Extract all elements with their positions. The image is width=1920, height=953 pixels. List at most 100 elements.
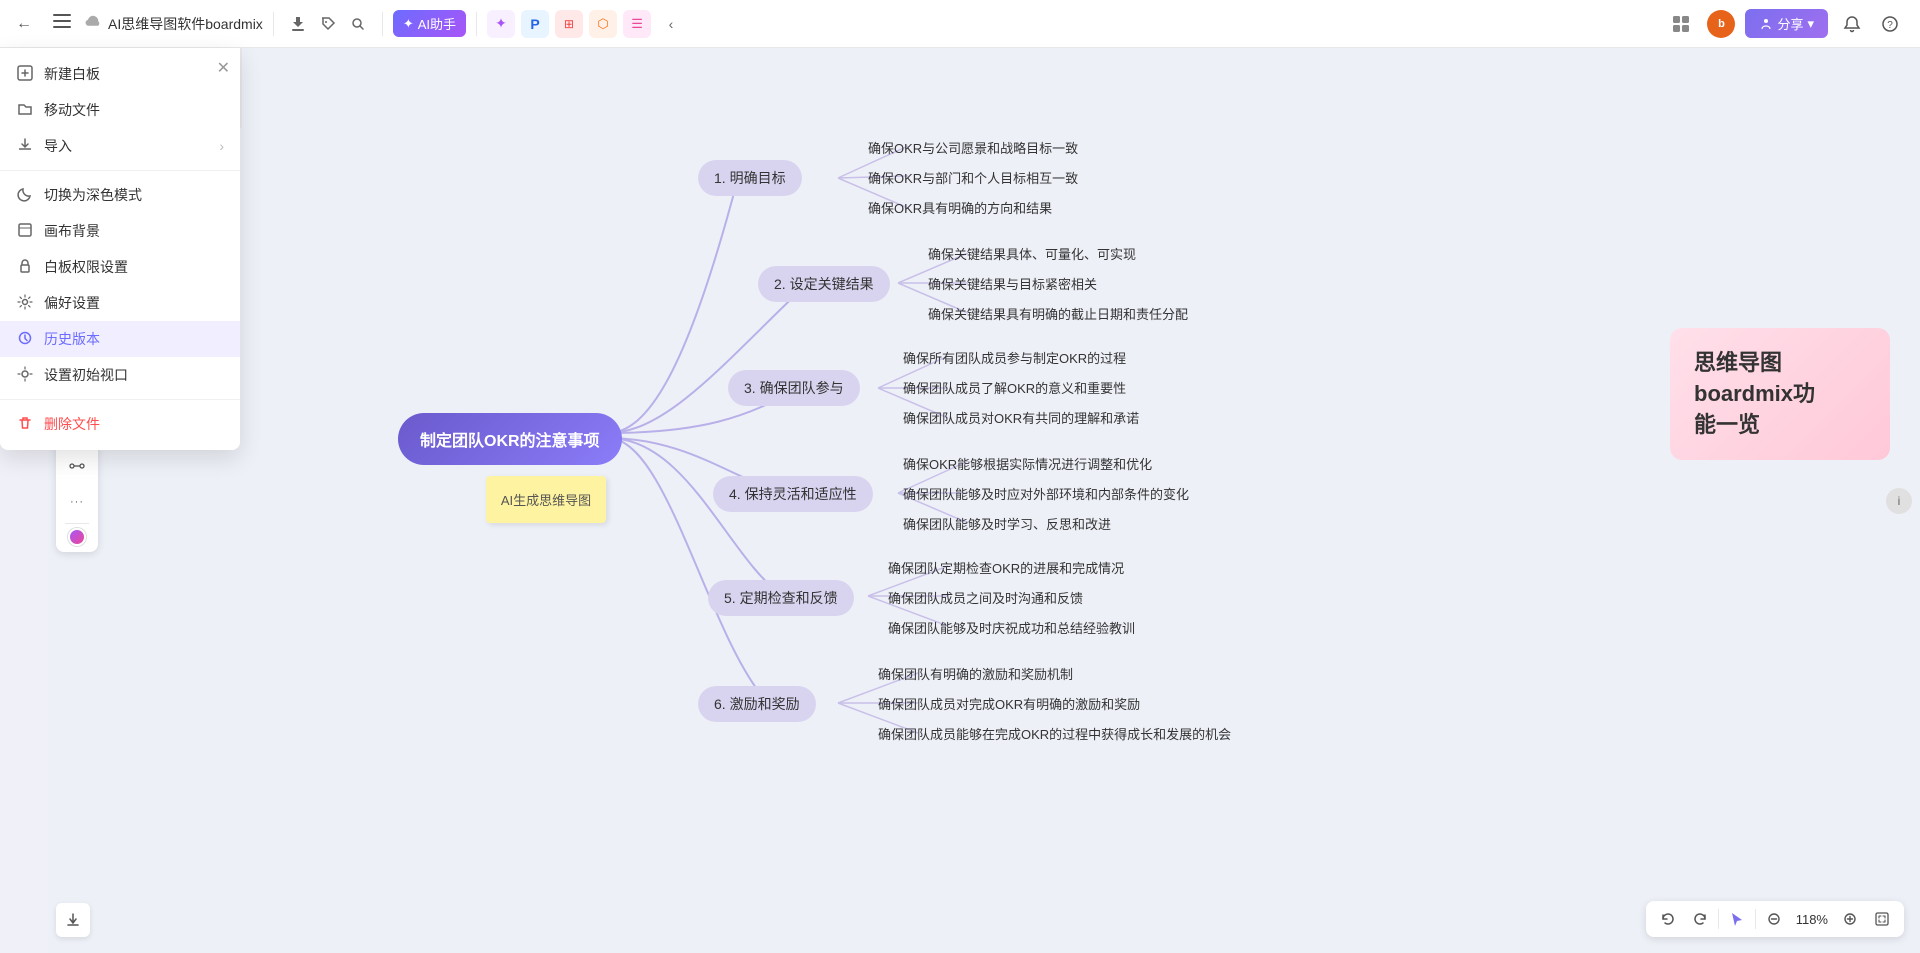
tool-connector[interactable] xyxy=(60,449,94,483)
menu-item-canvas-bg[interactable]: 画布背景 xyxy=(0,213,240,249)
preferences-icon xyxy=(16,294,34,313)
help-button[interactable]: ? xyxy=(1876,10,1904,38)
leaf-5-2: 确保团队成员之间及时沟通和反馈 xyxy=(888,588,1083,607)
separator-2 xyxy=(382,12,383,36)
branch-node-4: 4. 保持灵活和适应性 xyxy=(713,476,873,512)
canvas-bg-icon xyxy=(16,222,34,241)
dropdown-menu: ✕ 新建白板 移动文件 导入 › 切换为深色模式 画布背景 xyxy=(0,48,240,450)
leaf-6-1: 确保团队有明确的激励和奖励机制 xyxy=(878,664,1073,683)
dark-mode-icon xyxy=(16,186,34,205)
feature-card: 思维导图 boardmix功 能一览 xyxy=(1670,328,1890,460)
menu-item-new-board[interactable]: 新建白板 xyxy=(0,56,240,92)
file-title: AI思维导图软件boardmix xyxy=(108,14,263,34)
leaf-3-1: 确保所有团队成员参与制定OKR的过程 xyxy=(903,348,1126,367)
leaf-3-2: 确保团队成员了解OKR的意义和重要性 xyxy=(903,378,1126,397)
cloud-icon xyxy=(84,15,102,32)
toolbar-icons xyxy=(284,10,372,38)
leaf-6-2: 确保团队成员对完成OKR有明确的激励和奖励 xyxy=(878,694,1140,713)
branch-node-5: 5. 定期检查和反馈 xyxy=(708,580,854,616)
leaf-4-2: 确保团队能够及时应对外部环境和内部条件的变化 xyxy=(903,484,1189,503)
branch-node-1: 1. 明确目标 xyxy=(698,160,802,196)
topbar-left: ← AI思维导图软件boardmix ✦ AI助手 xyxy=(8,8,1661,40)
menu-item-initial-view[interactable]: 设置初始视口 xyxy=(0,357,240,393)
ai-icon: ✦ xyxy=(403,16,414,32)
zoom-in-button[interactable] xyxy=(1836,905,1864,933)
svg-text:?: ? xyxy=(1887,20,1893,31)
separator-b xyxy=(0,399,240,400)
redo-button[interactable] xyxy=(1686,905,1714,933)
bt-sep-2 xyxy=(1755,909,1756,929)
initial-view-icon xyxy=(16,366,34,385)
branch-node-6: 6. 激励和奖励 xyxy=(698,686,816,722)
central-node: 制定团队OKR的注意事项 xyxy=(398,413,622,465)
separator-3 xyxy=(476,12,477,36)
menu-item-preferences[interactable]: 偏好设置 xyxy=(0,285,240,321)
menu-item-dark-mode[interactable]: 切换为深色模式 xyxy=(0,177,240,213)
menu-item-move-file[interactable]: 移动文件 xyxy=(0,92,240,128)
branch-node-2: 2. 设定关键结果 xyxy=(758,266,890,302)
permissions-icon xyxy=(16,258,34,277)
plugin-btn-4[interactable]: ⬡ xyxy=(589,10,617,38)
menu-item-permissions[interactable]: 白板权限设置 xyxy=(0,249,240,285)
canvas-area: 制定团队OKR的注意事项 AI生成思维导图 1. 明确目标 确保OKR与公司愿景… xyxy=(48,48,1920,953)
branch-node-3: 3. 确保团队参与 xyxy=(728,370,860,406)
separator-1 xyxy=(273,12,274,36)
board-button[interactable] xyxy=(1665,8,1697,40)
leaf-2-3: 确保关键结果具有明确的截止日期和责任分配 xyxy=(928,304,1188,323)
leaf-1-3: 确保OKR具有明确的方向和结果 xyxy=(868,198,1052,217)
menu-item-history[interactable]: 历史版本 xyxy=(0,321,240,357)
move-file-icon xyxy=(16,101,34,120)
menu-close-button[interactable]: ✕ xyxy=(217,58,230,78)
color-picker[interactable] xyxy=(68,528,86,546)
tag-button[interactable] xyxy=(314,10,342,38)
export-button[interactable] xyxy=(56,903,90,937)
history-icon xyxy=(16,330,34,349)
undo-button[interactable] xyxy=(1654,905,1682,933)
import-arrow-icon: › xyxy=(219,138,224,154)
leaf-2-2: 确保关键结果与目标紧密相关 xyxy=(928,274,1097,293)
topbar-right: b 分享 ▾ ? xyxy=(1665,8,1912,40)
ai-assistant-button[interactable]: ✦ AI助手 xyxy=(393,10,466,37)
bottom-toolbar: 118% xyxy=(1646,901,1904,937)
leaf-6-3: 确保团队成员能够在完成OKR的过程中获得成长和发展的机会 xyxy=(878,724,1231,743)
plugin-btn-2[interactable]: P xyxy=(521,10,549,38)
download-button[interactable] xyxy=(284,10,312,38)
feature-card-title: 思维导图 boardmix功 能一览 xyxy=(1694,348,1866,440)
menu-item-import[interactable]: 导入 › xyxy=(0,128,240,164)
new-board-icon xyxy=(16,65,34,84)
notification-button[interactable] xyxy=(1838,10,1866,38)
bt-sep-1 xyxy=(1718,909,1719,929)
collapse-button[interactable]: ‹ xyxy=(657,10,685,38)
fit-screen-button[interactable] xyxy=(1868,905,1896,933)
tool-more[interactable]: ··· xyxy=(60,485,94,519)
topbar: ← AI思维导图软件boardmix ✦ AI助手 xyxy=(0,0,1920,48)
zoom-out-button[interactable] xyxy=(1760,905,1788,933)
leaf-5-3: 确保团队能够及时庆祝成功和总结经验教训 xyxy=(888,618,1135,637)
import-icon xyxy=(16,137,34,156)
leaf-4-3: 确保团队能够及时学习、反思和改进 xyxy=(903,514,1111,533)
leaf-4-1: 确保OKR能够根据实际情况进行调整和优化 xyxy=(903,454,1152,473)
info-button[interactable]: i xyxy=(1886,488,1912,514)
zoom-level[interactable]: 118% xyxy=(1792,912,1832,927)
avatar-button[interactable]: b xyxy=(1707,10,1735,38)
delete-icon xyxy=(16,415,34,434)
share-button[interactable]: 分享 ▾ xyxy=(1745,9,1828,38)
history-divider xyxy=(240,48,242,128)
sticky-note: AI生成思维导图 xyxy=(486,476,606,523)
leaf-5-1: 确保团队定期检查OKR的进展和完成情况 xyxy=(888,558,1124,577)
leaf-1-2: 确保OKR与部门和个人目标相互一致 xyxy=(868,168,1078,187)
menu-button[interactable] xyxy=(46,8,78,40)
menu-icon xyxy=(53,14,71,33)
menu-item-delete[interactable]: 删除文件 xyxy=(0,406,240,442)
tool-divider-4 xyxy=(65,523,89,524)
plugin-btn-3[interactable]: ⊞ xyxy=(555,10,583,38)
separator-a xyxy=(0,170,240,171)
leaf-3-3: 确保团队成员对OKR有共同的理解和承诺 xyxy=(903,408,1139,427)
leaf-2-1: 确保关键结果具体、可量化、可实现 xyxy=(928,244,1136,263)
cursor-mode-button[interactable] xyxy=(1723,905,1751,933)
search-button[interactable] xyxy=(344,10,372,38)
back-button[interactable]: ← xyxy=(8,8,40,40)
plugin-btn-5[interactable]: ☰ xyxy=(623,10,651,38)
plugin-btn-1[interactable]: ✦ xyxy=(487,10,515,38)
leaf-1-1: 确保OKR与公司愿景和战略目标一致 xyxy=(868,138,1078,157)
